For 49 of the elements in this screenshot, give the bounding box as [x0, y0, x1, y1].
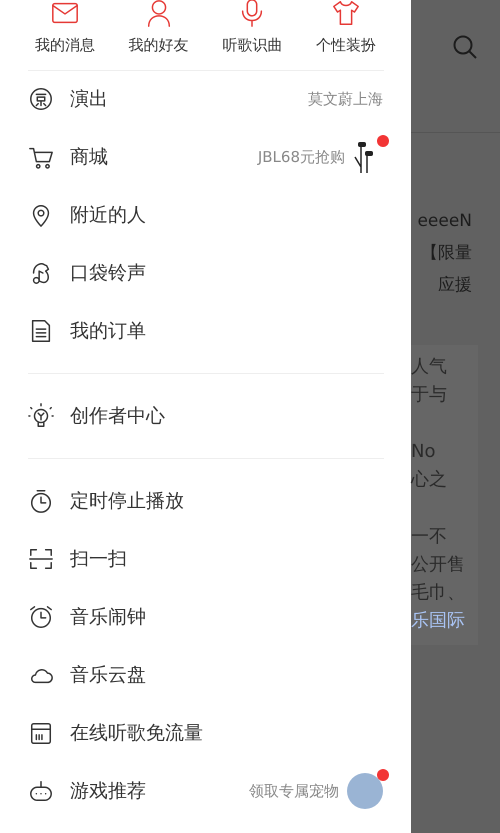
quick-action-button[interactable]: 听歌识曲	[222, 36, 282, 55]
menu-item[interactable]: 音乐闹钟	[0, 588, 411, 646]
timer-icon	[28, 488, 54, 514]
menu-item[interactable]: 演出 莫文蔚上海	[0, 70, 411, 128]
shirt-icon	[331, 0, 362, 28]
menu-item[interactable]: 定时停止播放	[0, 472, 411, 530]
menu-item-label: 游戏推荐	[70, 779, 146, 804]
lightbulb-icon	[28, 403, 54, 430]
quick-action-button[interactable]: 我的消息	[34, 36, 95, 55]
menu-item-label: 定时停止播放	[70, 489, 184, 514]
menu-item-label: 创作者中心	[70, 404, 165, 430]
promo-text: 领取专属宠物	[249, 782, 339, 801]
post-text: 人气	[411, 355, 448, 379]
menu-item-label: 音乐云盘	[70, 663, 146, 688]
promo-text: JBL68元抢购	[258, 148, 345, 167]
menu-item-label: 扫一扫	[70, 547, 127, 572]
menu-item[interactable]: 附近的人	[0, 186, 411, 244]
post-text: 于与	[411, 383, 448, 407]
post-text: No	[411, 440, 436, 464]
search-icon[interactable]	[452, 34, 478, 60]
menu-item[interactable]: 游戏推荐 领取专属宠物	[0, 762, 411, 820]
menu-item-label: 音乐闹钟	[70, 605, 146, 630]
sim-card-icon	[28, 720, 54, 746]
quick-action-button[interactable]: 个性装扮	[316, 36, 376, 55]
menu-item-label: 商城	[70, 145, 108, 170]
menu-item-label: 我的订单	[70, 319, 146, 344]
post-text: 一不	[411, 525, 448, 549]
menu-item[interactable]: 我的订单	[0, 302, 411, 360]
post-title-text: 应援	[438, 274, 472, 297]
post-text: 心之	[411, 468, 448, 492]
menu-item[interactable]: 创作者中心	[0, 387, 411, 446]
post-title-text: eeeeN	[417, 210, 472, 233]
menu-item-label: 附近的人	[70, 203, 146, 228]
avatar-circle	[347, 773, 383, 810]
ticket-icon	[28, 86, 54, 112]
alarm-clock-icon	[28, 604, 54, 630]
menu-item[interactable]: 商城 JBL68元抢购	[0, 128, 411, 186]
promo-text: 莫文蔚上海	[308, 90, 383, 109]
menu-item[interactable]: 口袋铃声	[0, 244, 411, 302]
menu-item-label: 在线听歌免流量	[70, 721, 203, 746]
menu-item[interactable]: 音乐云盘	[0, 646, 411, 704]
menu-item-label: 口袋铃声	[70, 261, 146, 286]
post-text: 毛巾、	[411, 581, 466, 605]
menu-item[interactable]: 扫一扫	[0, 530, 411, 588]
menu-item[interactable]: 在线听歌免流量	[0, 704, 411, 762]
post-title-text: 【限量	[421, 242, 472, 265]
post-text: 公开售	[411, 553, 466, 577]
quick-action-button[interactable]: 我的好友	[128, 36, 189, 55]
menu-item-label: 演出	[70, 87, 108, 112]
